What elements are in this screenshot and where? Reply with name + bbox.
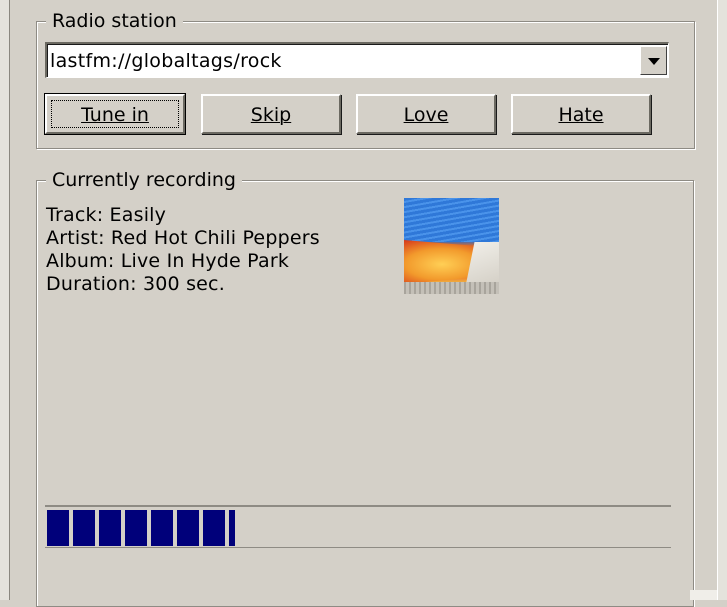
artist-line: Artist: Red Hot Chili Peppers [46,227,320,249]
album-line: Album: Live In Hyde Park [46,250,290,272]
skip-label: Skip [250,104,292,126]
tune-in-button[interactable]: Tune in [44,93,186,135]
album-cover-water [404,198,499,242]
progress-bottom-line [45,547,671,548]
recording-progress-fill [47,510,235,546]
combo-dropdown-button[interactable] [640,46,667,75]
track-info: Track: Easily Artist: Red Hot Chili Pepp… [46,204,320,296]
station-url-value[interactable]: lastfm://globaltags/rock [50,49,282,73]
hate-button[interactable]: Hate [511,94,651,134]
love-button[interactable]: Love [356,94,496,134]
station-combobox[interactable]: lastfm://globaltags/rock [45,42,669,78]
tune-in-label: Tune in [81,104,149,126]
chevron-down-icon [648,58,660,65]
window-right-frame [718,0,727,600]
love-label: Love [403,104,449,126]
radio-station-group-title: Radio station [46,9,183,33]
recording-progress-bar [45,505,671,548]
hate-label: Hate [558,104,604,126]
currently-recording-group-title: Currently recording [46,168,242,192]
skip-button[interactable]: Skip [201,94,341,134]
window-left-frame [0,0,9,600]
track-line: Track: Easily [46,204,167,226]
size-grip[interactable] [690,590,717,600]
duration-line: Duration: 300 sec. [46,273,225,295]
album-cover-image [404,198,499,294]
window-left-frame-line [9,0,10,600]
album-cover-deck [404,282,499,294]
